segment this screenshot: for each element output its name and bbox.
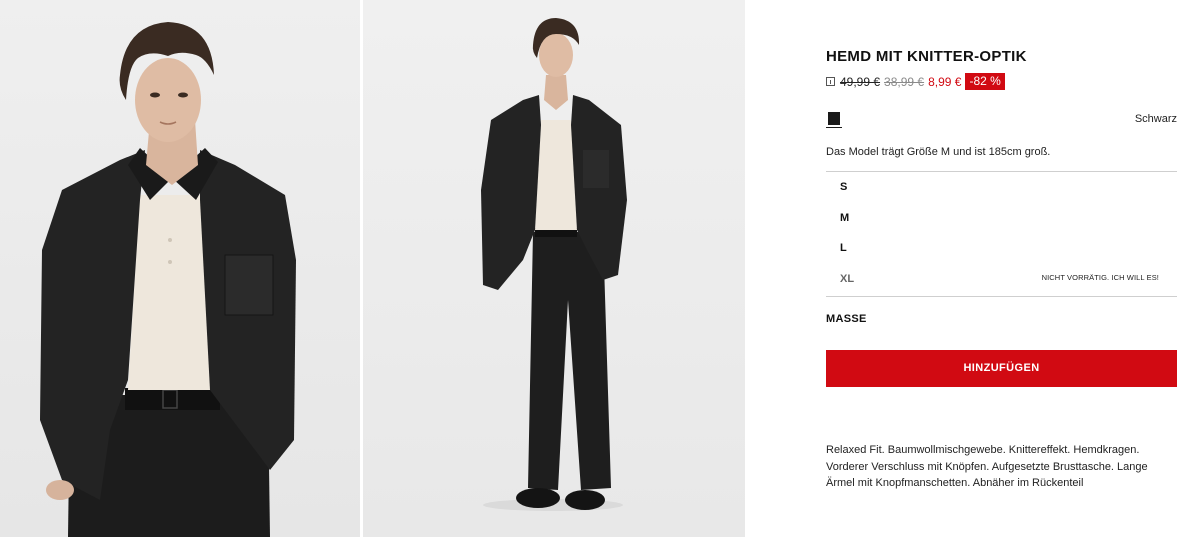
original-price: 49,99 € — [840, 74, 881, 89]
price-row: 49,99 € 38,99 € 8,99 € -82 % — [826, 73, 1005, 90]
model-fullbody-illustration — [481, 18, 627, 511]
divider — [826, 296, 1177, 297]
product-description: Relaxed Fit. Baumwollmischgewebe. Knitte… — [826, 444, 1148, 489]
size-option-s[interactable]: S — [826, 172, 1177, 203]
previous-price: 38,99 € — [884, 74, 925, 89]
measurements-link[interactable]: MASSE — [826, 313, 867, 325]
current-price: 8,99 € — [928, 74, 962, 89]
product-image-closeup[interactable] — [0, 0, 360, 537]
size-label: XL — [840, 272, 855, 285]
size-label: M — [840, 211, 850, 224]
color-name: Schwarz — [1134, 113, 1177, 125]
model-size-note: Das Model trägt Größe M und ist 185cm gr… — [826, 146, 1051, 158]
color-selector[interactable]: Schwarz — [826, 110, 1177, 128]
product-info-panel: HEMD MIT KNITTER-OPTIK 49,99 € 38,99 € 8… — [826, 0, 1177, 537]
size-list: S M L XL NICHT VORRÄTIG. ICH WILL ES! — [826, 172, 1177, 294]
size-option-l[interactable]: L — [826, 233, 1177, 264]
model-closeup-illustration — [40, 22, 296, 537]
product-title: HEMD MIT KNITTER-OPTIK — [826, 48, 1027, 65]
out-of-stock-notify-link[interactable]: NICHT VORRÄTIG. ICH WILL ES! — [1042, 273, 1159, 282]
add-to-cart-button[interactable]: HINZUFÜGEN — [826, 350, 1177, 387]
product-image-fullbody[interactable] — [363, 0, 745, 537]
size-label: L — [840, 242, 847, 254]
discount-badge: -82 % — [965, 73, 1005, 90]
size-option-m[interactable]: M — [826, 203, 1177, 234]
size-label: S — [840, 181, 848, 193]
price-info-icon[interactable] — [826, 77, 835, 86]
color-swatch[interactable] — [826, 112, 842, 128]
